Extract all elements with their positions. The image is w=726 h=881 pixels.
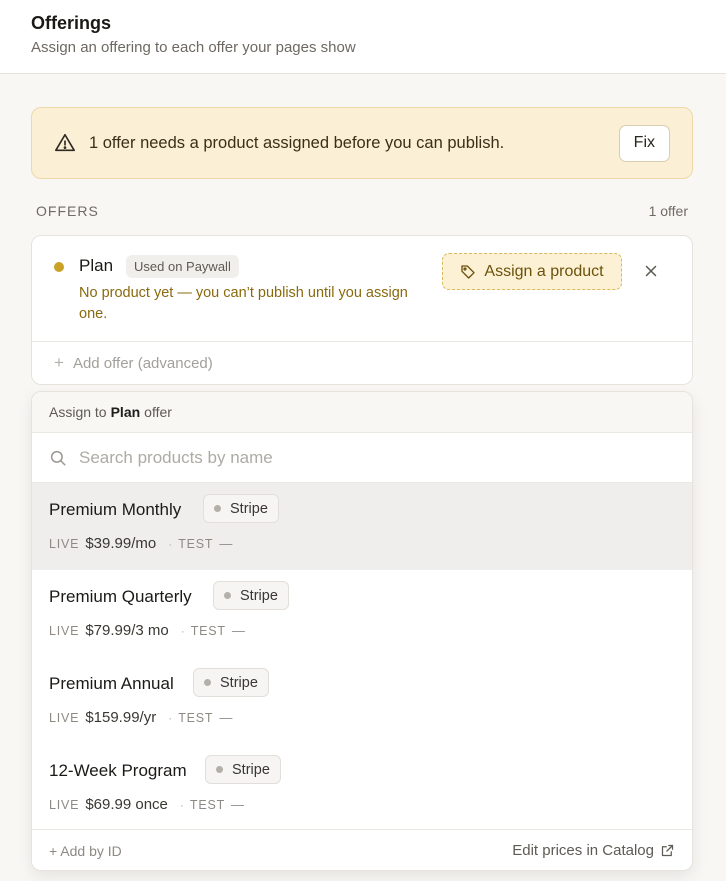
live-label: LIVE <box>49 537 80 551</box>
test-price: — <box>219 710 233 725</box>
edit-prices-catalog-link[interactable]: Edit prices in Catalog <box>512 842 675 859</box>
offers-count: 1 offer <box>648 203 688 219</box>
external-link-icon <box>660 843 675 858</box>
search-icon <box>49 449 67 467</box>
product-name: Premium Quarterly <box>49 587 192 606</box>
product-name: Premium Monthly <box>49 500 182 519</box>
live-price: $159.99/yr <box>85 709 157 726</box>
product-search <box>32 433 692 483</box>
test-price: — <box>219 536 233 551</box>
provider-badge: Stripe <box>193 668 269 697</box>
test-label: TEST <box>189 798 226 812</box>
test-label: TEST <box>178 537 214 551</box>
page-title: Offerings <box>31 13 112 33</box>
provider-dot-icon <box>204 679 211 686</box>
page-header: Offerings Assign an offering to each off… <box>0 0 726 74</box>
price-separator: · <box>179 798 184 812</box>
price-separator: · <box>168 711 173 725</box>
product-option-premium-quarterly[interactable]: Premium Quarterly Stripe LIVE $79.99/3 m… <box>32 570 692 657</box>
dropdown-header-prefix: Assign to <box>49 404 107 420</box>
live-label: LIVE <box>49 624 80 638</box>
test-price: — <box>231 623 245 638</box>
add-by-id-button[interactable]: + Add by ID <box>49 843 122 859</box>
dropdown-footer: + Add by ID Edit prices in Catalog <box>32 829 692 870</box>
offer-status-dot <box>54 262 64 272</box>
provider-label: Stripe <box>220 674 258 691</box>
tag-icon <box>460 264 476 280</box>
product-prices: LIVE $79.99/3 mo · TEST — <box>49 622 245 639</box>
product-name: Premium Annual <box>49 674 174 693</box>
product-search-input[interactable] <box>79 447 659 468</box>
assign-product-label: Assign a product <box>484 262 604 280</box>
warning-triangle-icon <box>54 132 76 154</box>
plus-icon: + <box>54 353 64 372</box>
test-price: — <box>231 797 245 812</box>
product-option-12-week-program[interactable]: 12-Week Program Stripe LIVE $69.99 once … <box>32 744 692 831</box>
provider-label: Stripe <box>230 500 268 517</box>
product-prices: LIVE $159.99/yr · TEST — <box>49 709 232 726</box>
live-label: LIVE <box>49 798 80 812</box>
offers-section-header: OFFERS 1 offer <box>36 203 688 219</box>
test-label: TEST <box>190 624 226 638</box>
live-price: $79.99/3 mo <box>85 622 169 639</box>
price-separator: · <box>180 624 185 638</box>
product-list: Premium Monthly Stripe LIVE $39.99/mo · … <box>32 483 692 831</box>
offers-section-label: OFFERS <box>36 203 99 219</box>
offer-row-plan[interactable]: Plan Used on Paywall No product yet — yo… <box>32 236 692 342</box>
dropdown-header-suffix: offer <box>144 404 172 420</box>
provider-badge: Stripe <box>203 494 279 523</box>
provider-badge: Stripe <box>213 581 289 610</box>
dropdown-header-offer: Plan <box>110 404 141 420</box>
dropdown-header: Assign to Plan offer <box>32 392 692 433</box>
product-prices: LIVE $69.99 once · TEST — <box>49 796 244 813</box>
product-option-premium-annual[interactable]: Premium Annual Stripe LIVE $159.99/yr · … <box>32 657 692 744</box>
test-label: TEST <box>178 711 214 725</box>
live-price: $39.99/mo <box>85 535 157 552</box>
banner-message: 1 offer needs a product assigned before … <box>89 133 505 152</box>
product-name: 12-Week Program <box>49 761 187 780</box>
assign-product-button[interactable]: Assign a product <box>442 253 622 290</box>
product-picker-dropdown: Assign to Plan offer Premium Monthly Str… <box>31 391 693 871</box>
add-offer-button[interactable]: + Add offer (advanced) <box>54 353 213 373</box>
live-price: $69.99 once <box>85 796 168 813</box>
publish-warning-banner: 1 offer needs a product assigned before … <box>31 107 693 179</box>
live-label: LIVE <box>49 711 80 725</box>
provider-badge: Stripe <box>205 755 281 784</box>
provider-label: Stripe <box>232 761 270 778</box>
product-prices: LIVE $39.99/mo · TEST — <box>49 535 232 552</box>
edit-prices-label: Edit prices in Catalog <box>512 842 654 859</box>
page-subtitle: Assign an offering to each offer your pa… <box>31 39 356 56</box>
add-offer-label: Add offer (advanced) <box>72 354 213 372</box>
remove-offer-close-icon[interactable] <box>642 262 660 280</box>
provider-dot-icon <box>224 592 231 599</box>
offer-name: Plan <box>79 256 114 275</box>
fix-button[interactable]: Fix <box>618 124 670 162</box>
offer-card: Plan Used on Paywall No product yet — yo… <box>31 235 693 385</box>
provider-label: Stripe <box>240 587 278 604</box>
provider-dot-icon <box>216 766 223 773</box>
price-separator: · <box>168 537 173 551</box>
provider-dot-icon <box>214 505 221 512</box>
offer-warning-text: No product yet — you can’t publish until… <box>79 285 408 322</box>
product-option-premium-monthly[interactable]: Premium Monthly Stripe LIVE $39.99/mo · … <box>32 483 692 570</box>
used-on-badge: Used on Paywall <box>126 255 239 278</box>
